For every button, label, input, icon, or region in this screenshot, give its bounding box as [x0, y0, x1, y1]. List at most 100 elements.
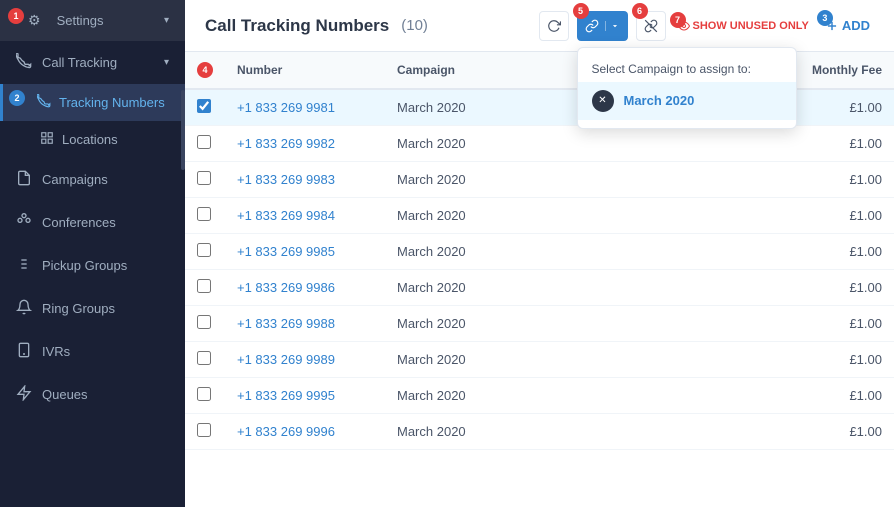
table-row: +1 833 269 9986 March 2020 £1.00 [185, 270, 894, 306]
table-row: +1 833 269 9982 March 2020 £1.00 [185, 126, 894, 162]
col-campaign: Campaign [385, 52, 594, 89]
row-checkbox[interactable] [197, 171, 211, 185]
sidebar-item-tracking-numbers[interactable]: 2 Tracking Numbers [0, 84, 185, 121]
sidebar-item-label-locations: Locations [62, 132, 118, 147]
phone-number-link[interactable]: +1 833 269 9985 [237, 244, 335, 259]
sidebar-item-ring-groups[interactable]: Ring Groups [0, 287, 185, 330]
queues-icon [16, 385, 32, 404]
row-checkbox[interactable] [197, 423, 211, 437]
page-title: Call Tracking Numbers [205, 16, 389, 36]
sidebar-item-locations[interactable]: Locations [0, 121, 185, 158]
dropdown-item-march-2020[interactable]: ✕ March 2020 [578, 82, 796, 120]
row-checkbox[interactable] [197, 135, 211, 149]
phone-number-link[interactable]: +1 833 269 9981 [237, 100, 335, 115]
chevron-down-icon: ▾ [164, 15, 169, 26]
monitor-id-cell [594, 378, 794, 414]
row-checkbox[interactable] [197, 243, 211, 257]
pickup-groups-icon [16, 256, 32, 275]
campaign-cell: March 2020 [385, 306, 594, 342]
table-row: +1 833 269 9996 March 2020 £1.00 [185, 414, 894, 450]
conferences-icon [16, 213, 32, 232]
fee-cell: £1.00 [794, 378, 894, 414]
sidebar: 1 ⚙ Settings ▾ Call Tracking ▾ 2 Trackin… [0, 0, 185, 507]
link-button[interactable] [583, 19, 601, 33]
sidebar-item-call-tracking[interactable]: Call Tracking ▾ [0, 41, 185, 84]
sidebar-item-label-conferences: Conferences [42, 215, 116, 230]
monitor-id-cell [594, 270, 794, 306]
row-checkbox[interactable] [197, 351, 211, 365]
sidebar-item-label-settings: Settings [57, 13, 154, 28]
campaigns-icon [16, 170, 32, 189]
link-dropdown-button[interactable] [605, 21, 622, 31]
sidebar-item-conferences[interactable]: Conferences [0, 201, 185, 244]
tracking-numbers-icon [37, 94, 51, 111]
sidebar-item-label-pickup-groups: Pickup Groups [42, 258, 127, 273]
phone-number-link[interactable]: +1 833 269 9983 [237, 172, 335, 187]
monitor-id-cell [594, 126, 794, 162]
row-checkbox[interactable] [197, 99, 211, 113]
settings-badge: 1 [8, 8, 24, 24]
phone-number-link[interactable]: +1 833 269 9984 [237, 208, 335, 223]
row-checkbox[interactable] [197, 387, 211, 401]
sidebar-item-label-tracking-numbers: Tracking Numbers [59, 95, 165, 110]
table-row: +1 833 269 9995 March 2020 £1.00 [185, 378, 894, 414]
sidebar-item-label-campaigns: Campaigns [42, 172, 108, 187]
sidebar-item-ivrs[interactable]: IVRs [0, 330, 185, 373]
fee-cell: £1.00 [794, 342, 894, 378]
main-header: Call Tracking Numbers (10) 5 Select Camp… [185, 0, 894, 52]
phone-number-link[interactable]: +1 833 269 9996 [237, 424, 335, 439]
monitor-id-cell [594, 306, 794, 342]
fee-cell: £1.00 [794, 126, 894, 162]
refresh-button[interactable] [539, 11, 569, 41]
show-unused-button[interactable]: SHOW UNUSED ONLY [674, 20, 813, 32]
table-row: +1 833 269 9989 March 2020 £1.00 [185, 342, 894, 378]
link-badge: 5 [573, 3, 589, 19]
sidebar-item-label-call-tracking: Call Tracking [42, 55, 154, 70]
add-badge: 3 [817, 10, 833, 26]
sidebar-item-pickup-groups[interactable]: Pickup Groups [0, 244, 185, 287]
dropdown-arrow-icon [610, 21, 620, 31]
dropdown-label: Select Campaign to assign to: [578, 56, 796, 82]
monitor-id-cell [594, 162, 794, 198]
row-checkbox[interactable] [197, 279, 211, 293]
unlink-button-wrap: 6 [636, 11, 666, 41]
campaign-cell: March 2020 [385, 270, 594, 306]
campaign-cell: March 2020 [385, 198, 594, 234]
table-row: +1 833 269 9988 March 2020 £1.00 [185, 306, 894, 342]
sidebar-item-label-queues: Queues [42, 387, 88, 402]
settings-icon: ⚙ [28, 12, 41, 29]
col-checkbox: 4 [185, 52, 225, 89]
table-row: +1 833 269 9984 March 2020 £1.00 [185, 198, 894, 234]
monitor-id-cell [594, 198, 794, 234]
campaign-cell: March 2020 [385, 414, 594, 450]
select-all-badge: 4 [197, 62, 213, 78]
fee-cell: £1.00 [794, 89, 894, 126]
scroll-indicator [181, 90, 185, 170]
ring-groups-icon [16, 299, 32, 318]
fee-cell: £1.00 [794, 414, 894, 450]
campaign-cell: March 2020 [385, 89, 594, 126]
fee-cell: £1.00 [794, 234, 894, 270]
tracking-numbers-badge: 2 [9, 90, 25, 106]
campaign-cell: March 2020 [385, 126, 594, 162]
sidebar-item-settings[interactable]: 1 ⚙ Settings ▾ [0, 0, 185, 41]
row-checkbox[interactable] [197, 207, 211, 221]
fee-cell: £1.00 [794, 306, 894, 342]
sidebar-item-campaigns[interactable]: Campaigns [0, 158, 185, 201]
unlink-icon [644, 19, 658, 33]
phone-number-link[interactable]: +1 833 269 9995 [237, 388, 335, 403]
row-checkbox[interactable] [197, 315, 211, 329]
main-content: Call Tracking Numbers (10) 5 Select Camp… [185, 0, 894, 507]
add-button-wrap: 3 ADD [821, 18, 874, 33]
campaign-cell: March 2020 [385, 234, 594, 270]
phone-number-link[interactable]: +1 833 269 9989 [237, 352, 335, 367]
phone-number-link[interactable]: +1 833 269 9986 [237, 280, 335, 295]
col-fee: Monthly Fee [794, 52, 894, 89]
monitor-id-cell [594, 342, 794, 378]
phone-number-link[interactable]: +1 833 269 9982 [237, 136, 335, 151]
refresh-icon [547, 19, 561, 33]
page-count: (10) [401, 17, 428, 34]
phone-number-link[interactable]: +1 833 269 9988 [237, 316, 335, 331]
link-icon [585, 19, 599, 33]
sidebar-item-queues[interactable]: Queues [0, 373, 185, 416]
